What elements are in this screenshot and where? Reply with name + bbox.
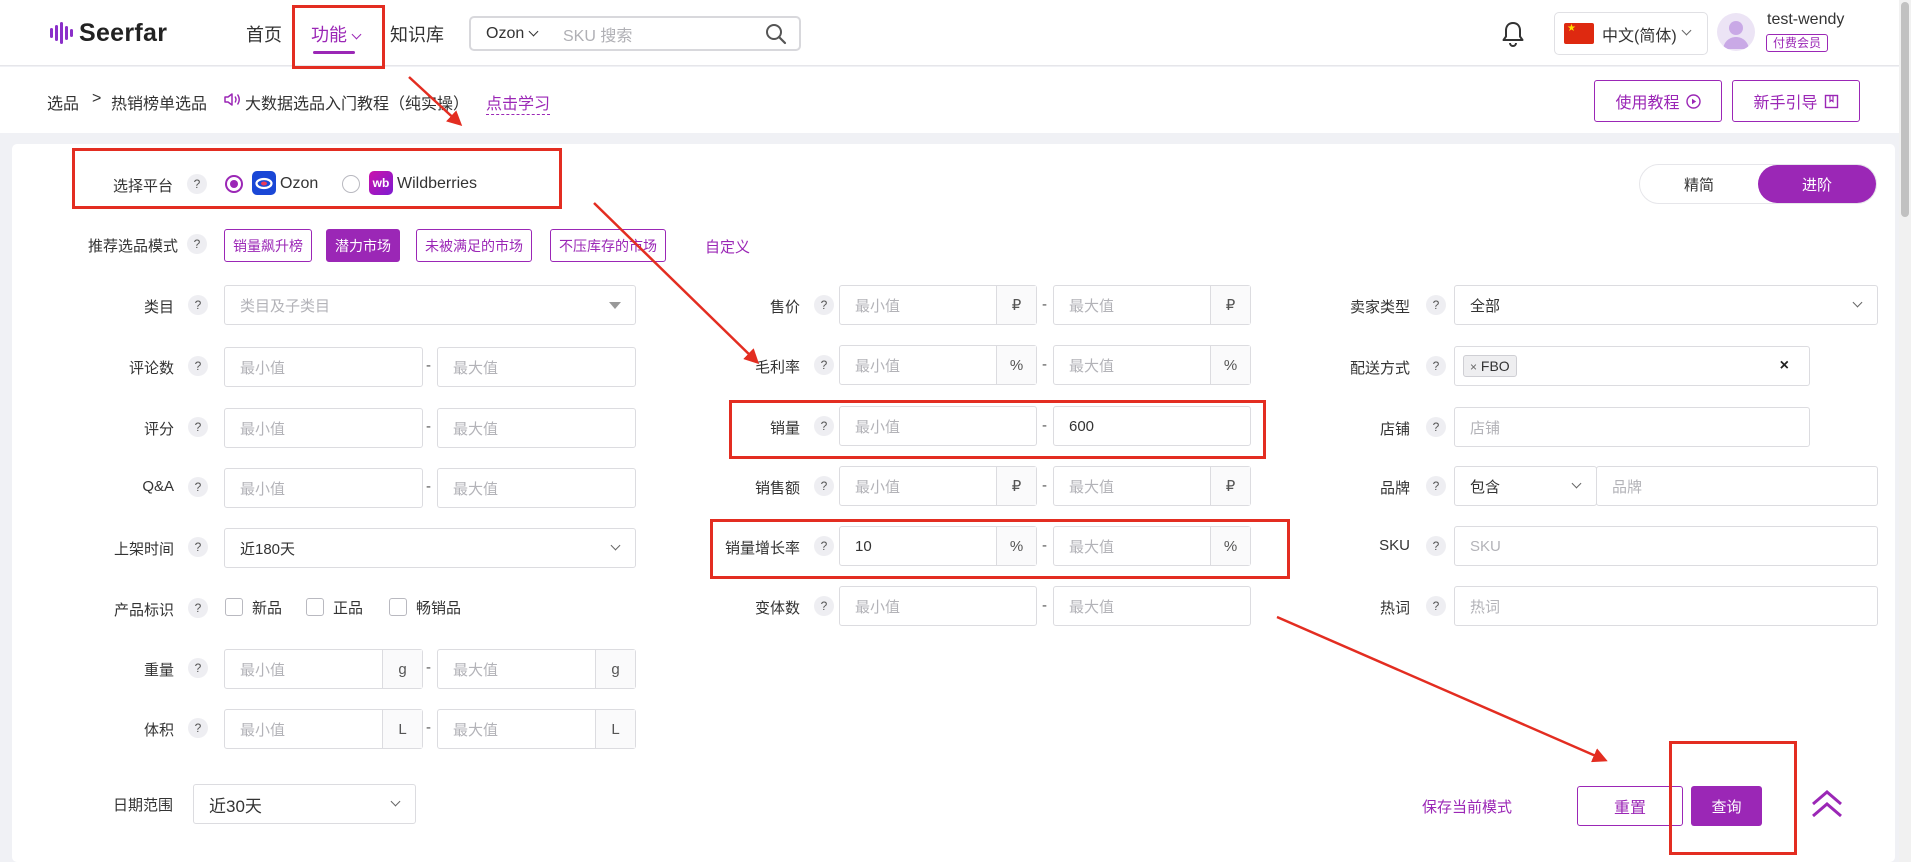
arrow-to-query [1276, 615, 1608, 763]
arrow-to-sales [593, 202, 760, 365]
arrow-to-platform [408, 76, 463, 127]
annotation-arrows [408, 76, 1608, 763]
